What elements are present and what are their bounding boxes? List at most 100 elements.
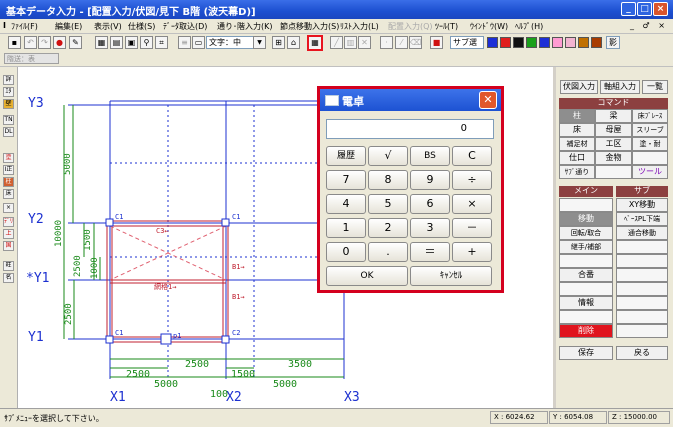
calc-key-minus[interactable]: － [452,218,492,238]
color-swatch-pink[interactable] [552,37,563,48]
tool-name[interactable]: 名 [3,273,14,283]
calc-ok-button[interactable]: OK [326,266,408,286]
tool-paint[interactable]: 塗 [3,153,14,163]
tool-floor[interactable]: 床 [3,189,14,199]
save-icon[interactable]: ▪ [8,36,21,49]
column-icon[interactable]: ▥ [344,36,357,49]
text-icon[interactable]: ▭ [192,36,205,49]
tool-dl[interactable]: DL [3,127,14,137]
calculator-icon[interactable]: ▦ [307,35,323,51]
menu-view[interactable]: 表示(V) [94,21,122,32]
main-item-splice[interactable]: 継手/補部 [559,240,613,254]
window-icon[interactable]: ▣ [125,36,138,49]
frame-icon[interactable]: ⊞ [272,36,285,49]
calc-key-sqrt[interactable]: √ [368,146,408,166]
cmd-section[interactable]: エ区 [595,137,632,151]
calculator-close-button[interactable]: ✕ [479,91,497,109]
calc-key-decimal[interactable]: . [368,242,408,262]
calc-key-history[interactable]: 履歴 [326,146,366,166]
main-item-rotate[interactable]: 回転/取合 [559,226,613,240]
shadow-toggle[interactable]: 影 [606,36,620,49]
menu-window[interactable]: ｳｲﾝﾄﾞｳ(W) [470,21,508,32]
menu-node-move-input[interactable]: 節点移動入力(S) [280,21,339,32]
calc-key-8[interactable]: 8 [368,170,408,190]
undo-icon[interactable]: ↶ [24,36,37,49]
zoom-icon[interactable]: ⚲ [140,36,153,49]
tool-tn[interactable]: TN [3,115,14,125]
calc-key-0[interactable]: 0 [326,242,366,262]
plan-input-button[interactable]: 伏図入力 [560,80,598,94]
calc-key-plus[interactable]: + [452,242,492,262]
layout-icon[interactable]: ▤ [110,36,123,49]
minimize-button[interactable]: _ [621,2,636,16]
redo-icon[interactable]: ↷ [38,36,51,49]
cmd-supplement[interactable]: 補足材 [559,137,595,151]
calc-key-3[interactable]: 3 [410,218,450,238]
line-icon[interactable]: ╱ [330,36,343,49]
sub-select-label[interactable]: サブ選 [450,36,484,49]
stop-icon[interactable]: ● [53,36,66,49]
calc-key-clear[interactable]: C [452,146,492,166]
color-swatch-green[interactable] [526,37,537,48]
frame-input-button[interactable]: 軸組入力 [600,80,640,94]
cmd-hardware[interactable]: 金物 [595,151,632,165]
cmd-joint[interactable]: 仕口 [559,151,595,165]
sub-item-base-pl[interactable]: ﾍﾞｰｽPL下端 [616,212,668,226]
main-item-info[interactable]: 情報 [559,296,613,310]
cmd-floor[interactable]: 床 [559,123,595,137]
back-button[interactable]: 戻る [616,346,668,360]
color-swatch-blue[interactable] [487,37,498,48]
sub-item-xy-move[interactable]: XY移動 [616,198,668,212]
red-square-icon[interactable]: ■ [430,36,443,49]
main-item-delete[interactable]: 削除 [559,324,613,338]
cmd-tools[interactable]: ツール [632,165,668,179]
calc-key-4[interactable]: 4 [326,194,366,214]
fit-icon[interactable]: ⌗ [155,36,168,49]
diagonal-icon[interactable]: ⁄ [395,36,408,49]
menu-data-import[interactable]: ﾃﾞｰﾀ取込(D) [163,21,207,32]
tool-i-section[interactable]: I正 [3,165,14,175]
tool-ou[interactable]: 旺 [3,261,14,271]
menu-list-input[interactable]: ﾘｽﾄ入力(L) [340,21,379,32]
dropdown-chevron-icon[interactable]: ▼ [253,36,266,49]
cross-icon[interactable]: ✕ [358,36,371,49]
calc-key-7[interactable]: 7 [326,170,366,190]
cmd-sub-grid[interactable]: ｻﾌﾞ通り [559,165,595,179]
maximize-button[interactable]: □ [637,2,652,16]
sub-item-align-move[interactable]: 通合移動 [616,226,668,240]
close-button[interactable]: × [653,2,668,16]
menu-tools[interactable]: ﾂｰﾙ(T) [435,21,458,32]
tool-deri[interactable]: ﾃﾞﾘ [3,217,14,227]
save-panel-button[interactable]: 保存 [559,346,613,360]
tool-up[interactable]: 上 [3,229,14,239]
color-swatch-red[interactable] [500,37,511,48]
menu-file[interactable]: ﾌｧｲﾙ(F) [11,21,38,32]
calc-key-9[interactable]: 9 [410,170,450,190]
tool-wall[interactable]: 壁 [3,99,14,109]
color-swatch-brown[interactable] [591,37,602,48]
calc-key-equals[interactable]: ＝ [410,242,450,262]
color-swatch-light-pink[interactable] [565,37,576,48]
menu-edit[interactable]: 編集(E) [55,21,82,32]
color-swatch-orange[interactable] [578,37,589,48]
erase-icon[interactable]: ⌫ [409,36,422,49]
format-icon[interactable]: ≡ [178,36,191,49]
cmd-floor-brace[interactable]: 床ﾌﾞﾚｰｽ [632,109,668,123]
calc-key-2[interactable]: 2 [368,218,408,238]
tool-kuni[interactable]: 国 [3,241,14,251]
color-swatch-black[interactable] [513,37,524,48]
cmd-purlin[interactable]: 母屋 [595,123,632,137]
helmet-icon[interactable]: ⌂ [287,36,300,49]
grid-icon[interactable]: ▦ [95,36,108,49]
mdi-controls[interactable]: _ ♂ × [630,21,668,30]
main-item-number[interactable]: 合番 [559,268,613,282]
cmd-paint-fire[interactable]: 塗・耐 [632,137,668,151]
calc-key-5[interactable]: 5 [368,194,408,214]
cmd-beam[interactable]: 梁 [595,109,632,123]
dot-icon[interactable]: · [380,36,393,49]
tool-eta[interactable]: ｴﾀ [3,87,14,97]
list-button[interactable]: 一覧 [642,80,668,94]
pen-icon[interactable]: ✎ [69,36,82,49]
calc-key-multiply[interactable]: × [452,194,492,214]
color-swatch-blue2[interactable] [539,37,550,48]
